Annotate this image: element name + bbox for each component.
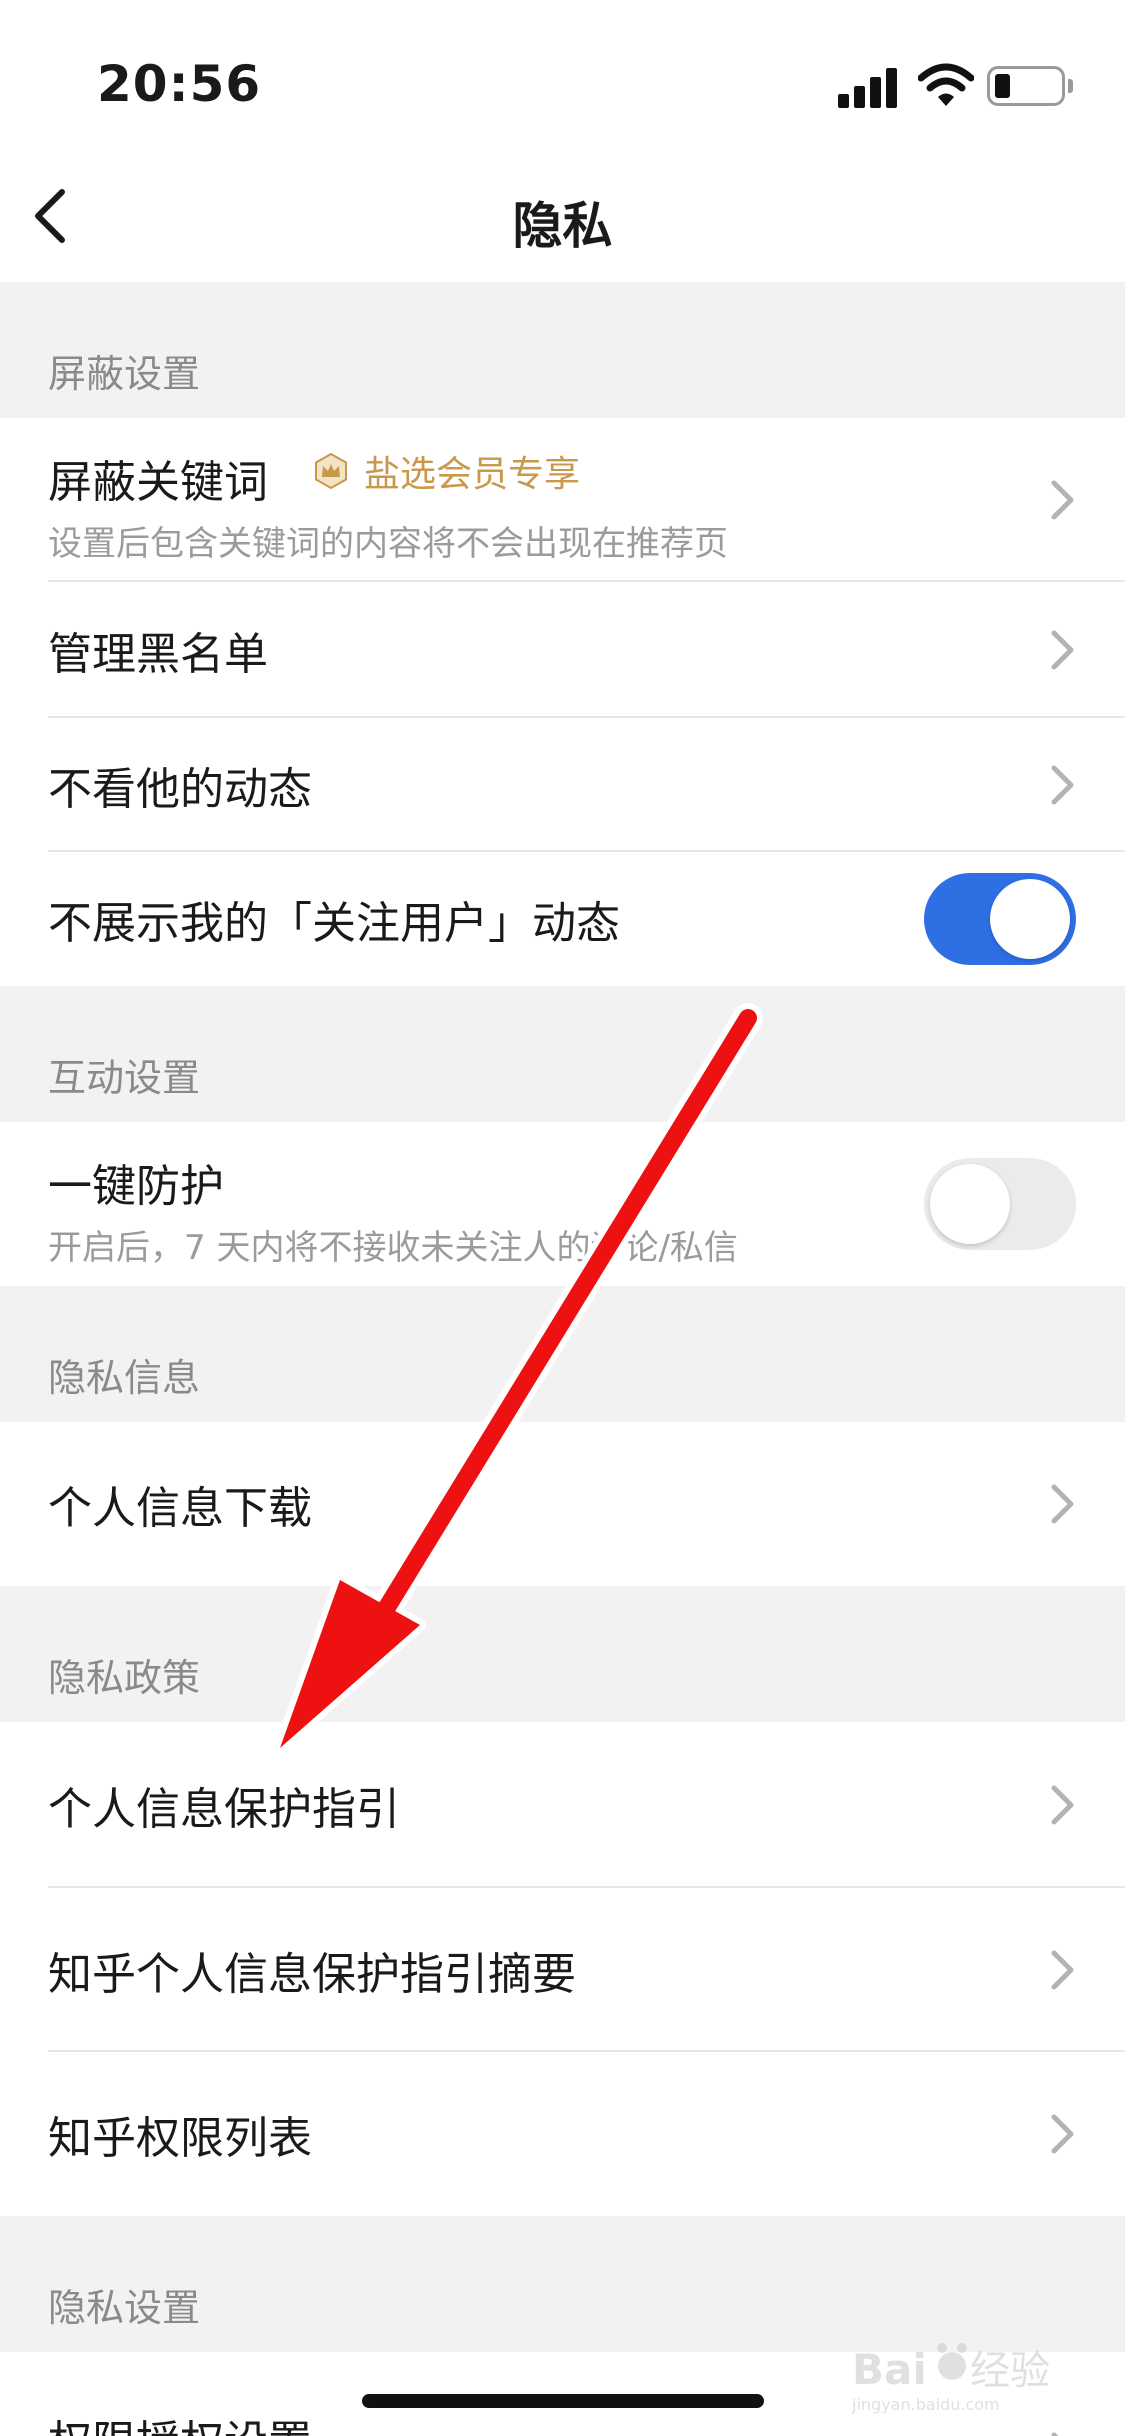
toggle-knob	[990, 879, 1070, 959]
chevron-right-icon	[1051, 1785, 1074, 1825]
chevron-right-icon	[1051, 2432, 1059, 2436]
section-header-privacy-policy: 隐私政策	[0, 1586, 1125, 1722]
chevron-right-icon	[1051, 1950, 1074, 1990]
row-label: 个人信息保护指引	[48, 1784, 400, 1835]
row-label: 不看他的动态	[48, 764, 312, 815]
chevron-right-icon	[1051, 630, 1074, 670]
member-badge: 盐选会员专享	[312, 446, 580, 496]
row-permission-list[interactable]: 知乎权限列表	[0, 2052, 1125, 2216]
row-guide-summary[interactable]: 知乎个人信息保护指引摘要	[0, 1888, 1125, 2052]
cellular-signal-icon	[838, 66, 900, 108]
section-header-block: 屏蔽设置	[0, 282, 1125, 418]
home-indicator[interactable]	[362, 2394, 764, 2408]
row-hide-activity[interactable]: 不看他的动态	[0, 718, 1125, 852]
row-label: 权限授权设置	[48, 2406, 312, 2436]
svg-text:jingyan.baidu.com: jingyan.baidu.com	[851, 2395, 1000, 2414]
chevron-right-icon	[1051, 2114, 1074, 2154]
page-title: 隐私	[512, 197, 613, 255]
battery-icon	[987, 66, 1065, 106]
row-subtitle: 设置后包含关键词的内容将不会出现在推荐页	[48, 524, 728, 564]
row-label: 一键防护	[48, 1161, 224, 1212]
baidu-watermark-logo: Bai 经验 jingyan.baidu.com	[850, 2336, 1090, 2416]
crown-icon	[315, 452, 347, 490]
svg-text:经验: 经验	[970, 2348, 1050, 2394]
row-one-click-protect: 一键防护 开启后，7 天内将不接收未关注人的评论/私信	[0, 1122, 1125, 1286]
row-personal-info-download[interactable]: 个人信息下载	[0, 1422, 1125, 1586]
section-title: 隐私信息	[48, 1356, 201, 1400]
section-header-privacy-settings: 隐私设置	[0, 2216, 1125, 2352]
row-protection-guide[interactable]: 个人信息保护指引	[0, 1722, 1125, 1888]
battery-tip	[1068, 79, 1073, 93]
row-label: 屏蔽关键词	[48, 457, 268, 508]
section-header-privacy-info: 隐私信息	[0, 1286, 1125, 1422]
navigation-bar: 隐私	[0, 150, 1125, 282]
chevron-right-icon	[1051, 1484, 1074, 1524]
row-subtitle: 开启后，7 天内将不接收未关注人的评论/私信	[48, 1228, 738, 1268]
badge-label: 盐选会员专享	[364, 454, 581, 495]
hide-following-toggle[interactable]	[924, 873, 1076, 965]
row-label: 知乎权限列表	[48, 2113, 312, 2164]
status-time: 20:56	[97, 55, 262, 113]
row-label: 管理黑名单	[48, 629, 268, 680]
section-title: 互动设置	[48, 1056, 201, 1100]
row-label: 个人信息下载	[48, 1483, 312, 1534]
section-title: 隐私政策	[48, 1656, 201, 1700]
row-label: 知乎个人信息保护指引摘要	[48, 1949, 576, 2000]
wifi-icon	[918, 63, 974, 106]
row-blacklist[interactable]: 管理黑名单	[0, 582, 1125, 718]
row-label: 不展示我的「关注用户」动态	[48, 898, 620, 949]
status-bar: 20:56	[0, 0, 1125, 150]
one-click-protect-toggle[interactable]	[924, 1158, 1076, 1250]
section-title: 隐私设置	[48, 2286, 201, 2330]
section-title: 屏蔽设置	[48, 352, 201, 396]
chevron-right-icon	[1051, 480, 1074, 520]
row-hide-following-activity: 不展示我的「关注用户」动态	[0, 852, 1125, 986]
toggle-knob	[930, 1164, 1010, 1244]
section-header-interaction: 互动设置	[0, 986, 1125, 1122]
row-block-keywords[interactable]: 屏蔽关键词 盐选会员专享 设置后包含关键词的内容将不会出现在推荐页	[0, 418, 1125, 582]
chevron-right-icon	[1051, 765, 1074, 805]
svg-text:Bai: Bai	[852, 2345, 927, 2394]
battery-level	[995, 74, 1010, 98]
